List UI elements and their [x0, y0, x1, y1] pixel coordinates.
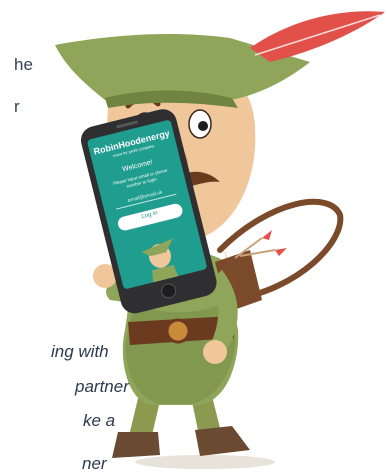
- belt-buckle: [165, 318, 191, 344]
- login-button[interactable]: Log in: [117, 204, 182, 226]
- left-boot: [112, 432, 160, 458]
- right-hand: [203, 340, 227, 364]
- arrow-feather-2: [275, 248, 287, 256]
- ground-shadow: [135, 455, 275, 469]
- arrow-feather-1: [262, 230, 272, 240]
- feather: [250, 11, 385, 62]
- right-pupil: [198, 121, 208, 131]
- right-boot: [195, 426, 250, 456]
